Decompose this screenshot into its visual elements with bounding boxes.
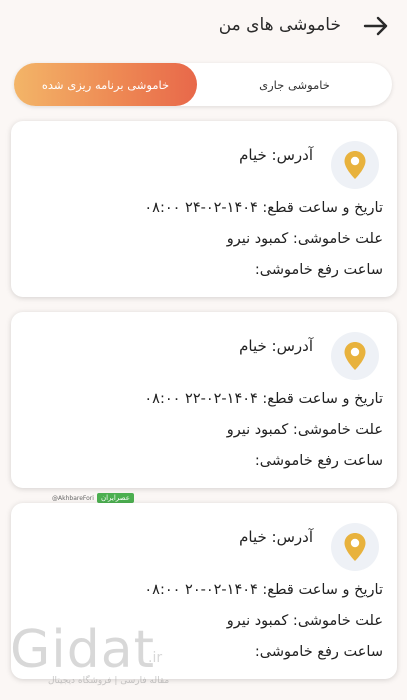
cut-time-label: تاریخ و ساعت قطع: ۱۴۰۴-۰۲-۲۲ ۰۸:۰۰	[144, 391, 383, 407]
location-pin-icon	[344, 151, 366, 179]
watermark-logo: Gidat	[10, 620, 156, 680]
address-label: آدرس: خیام	[239, 146, 313, 164]
source-handle: @AkhbareFori	[52, 494, 94, 502]
app-header: خاموشی های من	[0, 0, 407, 55]
address-label: آدرس: خیام	[239, 528, 313, 546]
location-pin-icon	[344, 533, 366, 561]
location-pin-badge	[331, 141, 379, 189]
tab-scheduled-outages[interactable]: خاموشی برنامه ریزی شده	[14, 63, 197, 106]
watermark-subtitle: مقاله فارسی | فروشگاه دیجیتال	[48, 676, 170, 686]
location-pin-badge	[331, 523, 379, 571]
outage-card[interactable]: آدرس: خیام تاریخ و ساعت قطع: ۱۴۰۴-۰۲-۲۲ …	[11, 312, 397, 488]
page-title: خاموشی های من	[218, 15, 341, 35]
outage-card[interactable]: آدرس: خیام تاریخ و ساعت قطع: ۱۴۰۴-۰۲-۲۴ …	[11, 121, 397, 297]
source-badge: عصرایران	[96, 493, 134, 503]
source-watermark: @AkhbareFori عصرایران	[52, 493, 134, 503]
site-watermark: Gidat .ir مقاله فارسی | فروشگاه دیجیتال	[10, 620, 169, 686]
location-pin-badge	[331, 332, 379, 380]
tab-bar: خاموشی جاری خاموشی برنامه ریزی شده	[14, 63, 392, 106]
arrow-right-icon[interactable]	[363, 14, 389, 38]
location-pin-icon	[344, 342, 366, 370]
cut-time-label: تاریخ و ساعت قطع: ۱۴۰۴-۰۲-۲۰ ۰۸:۰۰	[144, 582, 383, 598]
reason-label: علت خاموشی: کمبود نیرو	[226, 422, 383, 438]
watermark-tld: .ir	[148, 650, 163, 666]
restore-time-label: ساعت رفع خاموشی:	[254, 453, 383, 469]
restore-time-label: ساعت رفع خاموشی:	[254, 644, 383, 660]
address-label: آدرس: خیام	[239, 337, 313, 355]
restore-time-label: ساعت رفع خاموشی:	[254, 262, 383, 278]
cut-time-label: تاریخ و ساعت قطع: ۱۴۰۴-۰۲-۲۴ ۰۸:۰۰	[144, 200, 383, 216]
reason-label: علت خاموشی: کمبود نیرو	[226, 613, 383, 629]
tab-current-outages[interactable]: خاموشی جاری	[197, 63, 392, 106]
reason-label: علت خاموشی: کمبود نیرو	[226, 231, 383, 247]
